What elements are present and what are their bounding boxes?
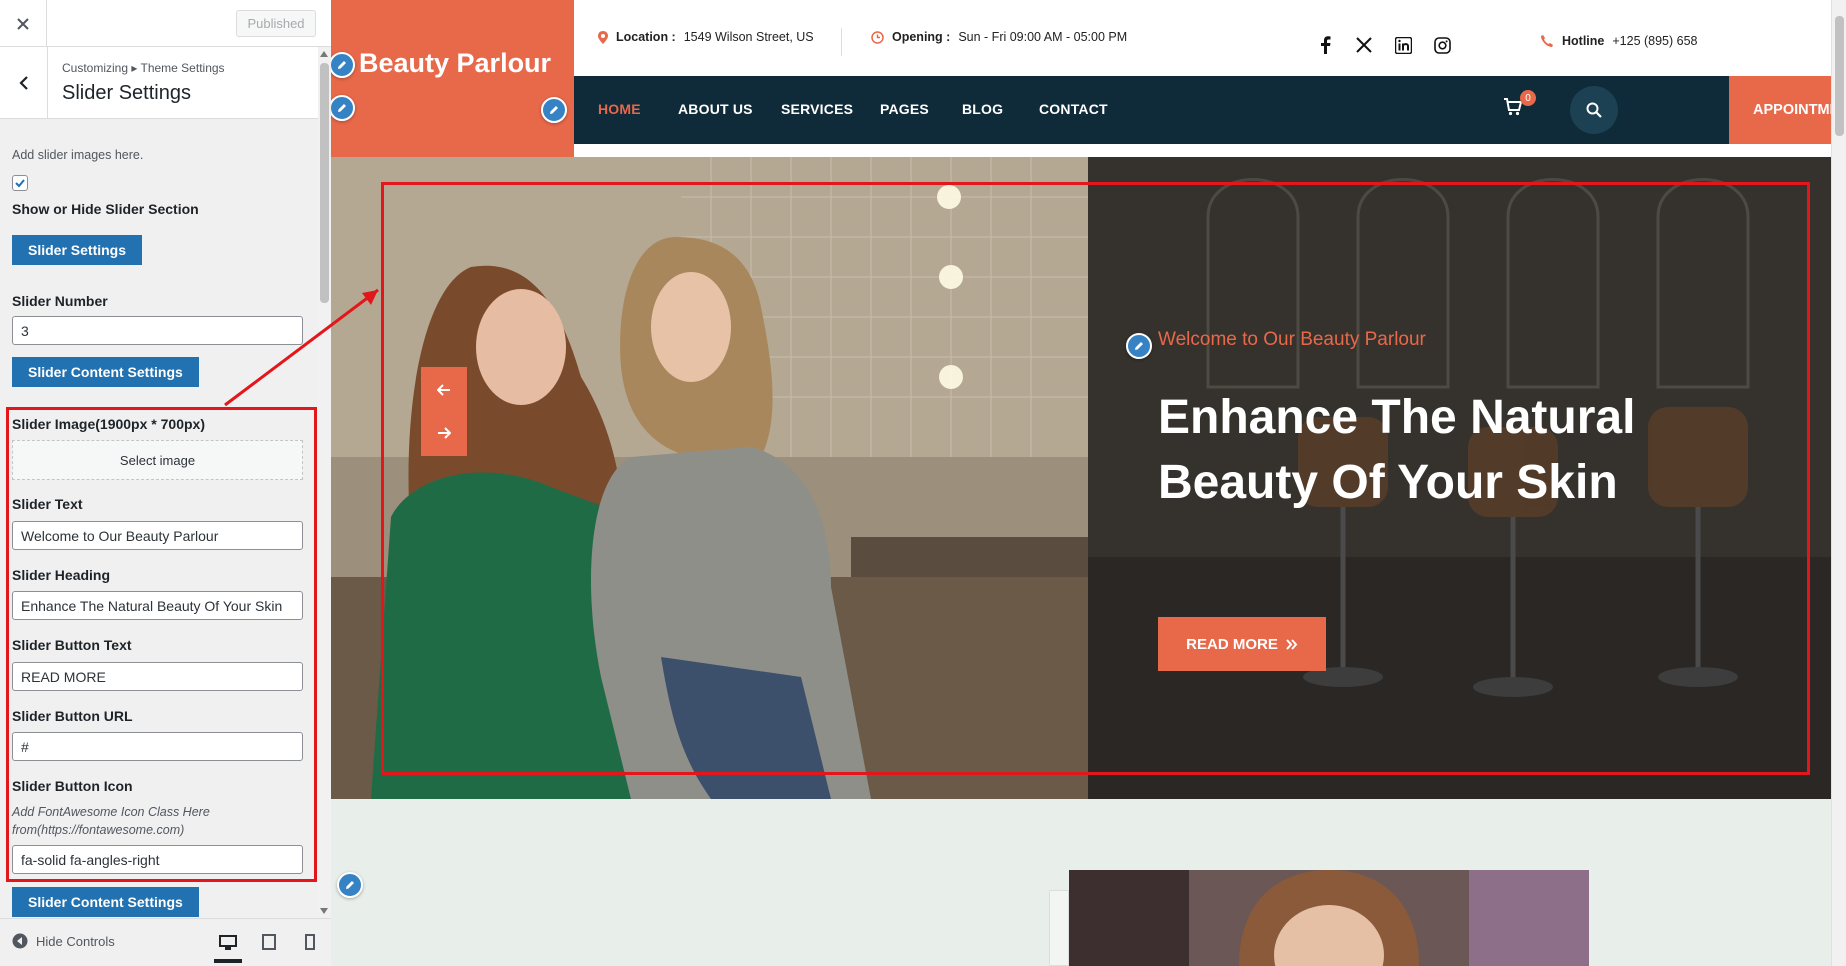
preview-scrollbar[interactable] [1831, 0, 1846, 966]
preview-scroll-thumb[interactable] [1835, 16, 1844, 136]
annotation-arrow [224, 288, 379, 407]
customizer-window: Published Customizing ▸ Theme Settings S… [0, 0, 1846, 966]
